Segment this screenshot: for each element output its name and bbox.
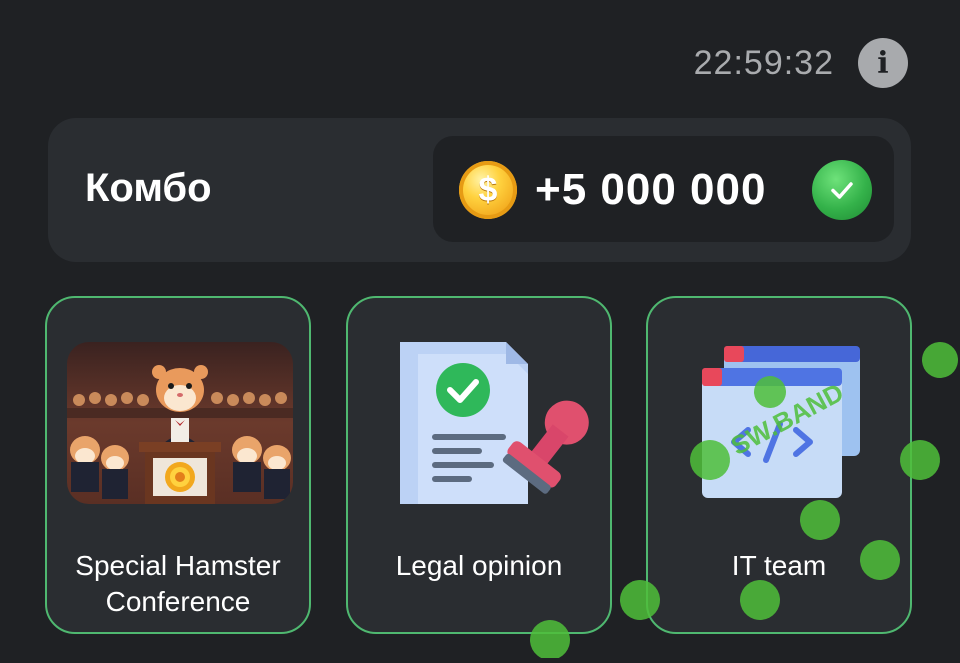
top-bar: 22:59:32 i bbox=[694, 38, 908, 88]
coin-icon: $ bbox=[459, 161, 517, 219]
check-icon bbox=[812, 160, 872, 220]
info-icon: i bbox=[877, 45, 889, 81]
combo-reward-amount: +5 000 000 bbox=[535, 165, 767, 214]
combo-card-legal-opinion[interactable]: Legal opinion bbox=[346, 296, 612, 634]
card-label: Legal opinion bbox=[395, 550, 563, 581]
card-label: IT team bbox=[731, 550, 827, 581]
combo-reward-box: $ +5 000 000 bbox=[433, 136, 894, 242]
combo-panel: Комбо $ +5 000 000 bbox=[48, 118, 911, 262]
info-button[interactable]: i bbox=[858, 38, 908, 88]
combo-card-hamster-conference[interactable]: Special Hamster Conference bbox=[45, 296, 311, 634]
legal-document-stamp-image bbox=[368, 342, 594, 504]
card-label: Special Hamster Conference bbox=[75, 550, 281, 617]
coin-symbol: $ bbox=[478, 170, 498, 209]
clock: 22:59:32 bbox=[693, 43, 834, 82]
combo-title: Комбо bbox=[85, 166, 212, 210]
combo-card-it-team[interactable]: IT team bbox=[646, 296, 912, 634]
hamster-conference-image bbox=[67, 342, 293, 504]
code-window-image bbox=[668, 342, 894, 504]
